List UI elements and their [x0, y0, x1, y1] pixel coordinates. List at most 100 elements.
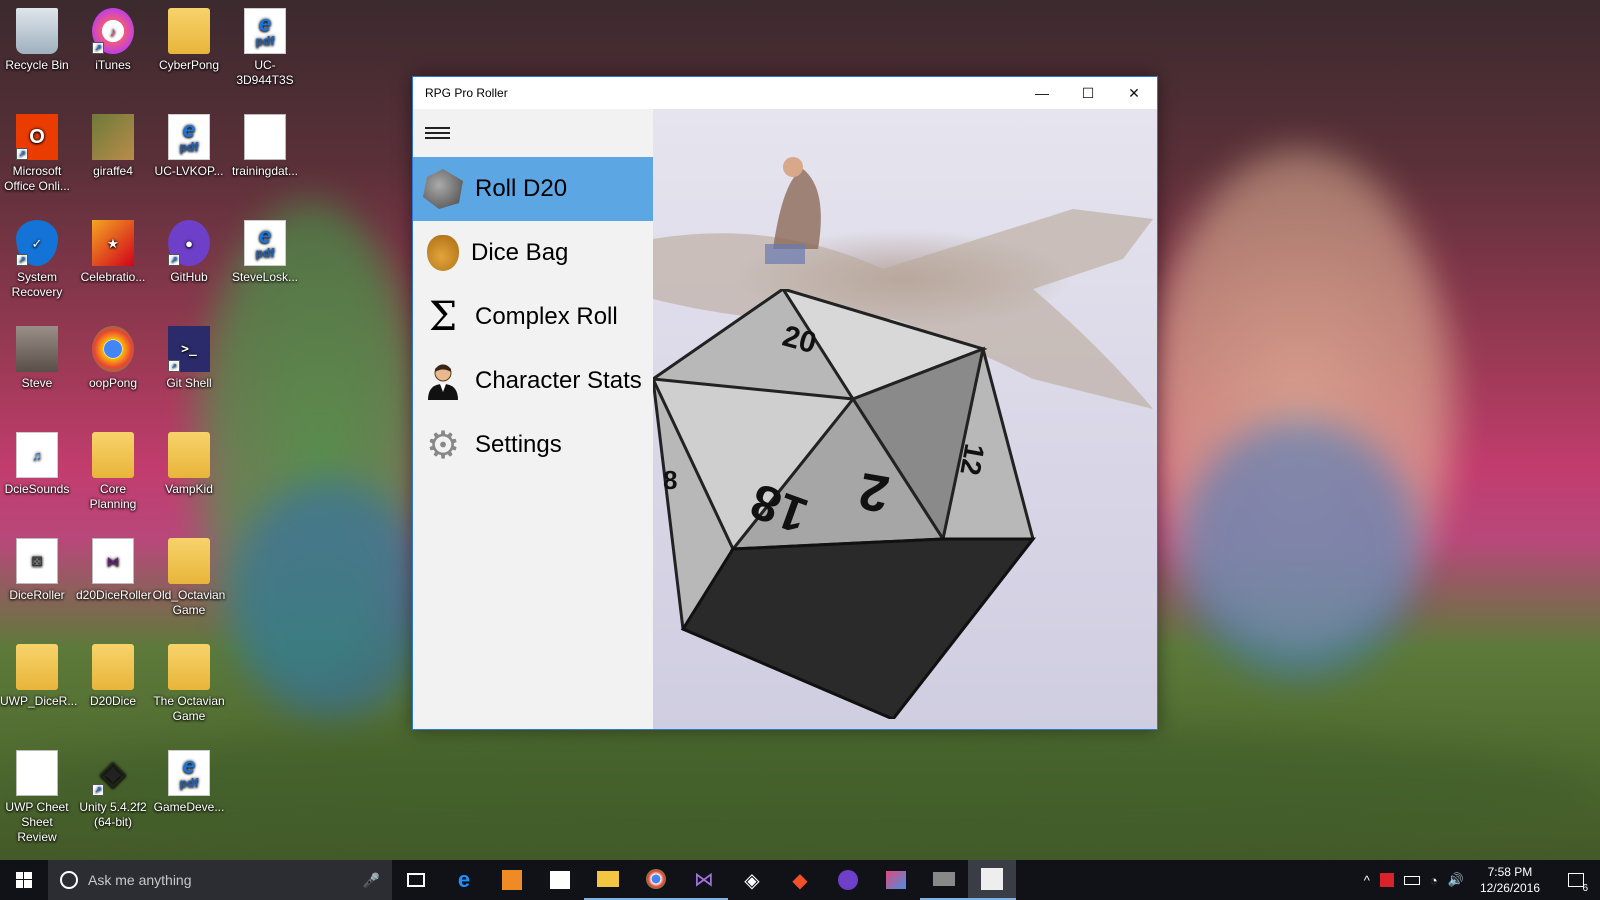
desktop-icon-unity[interactable]: ◈ ↗ Unity 5.4.2f2 (64-bit)	[76, 750, 150, 830]
cortana-search-box[interactable]: Ask me anything 🎤	[48, 860, 392, 900]
battery-icon[interactable]	[1403, 875, 1420, 885]
desktop-icon-label: trainingdat...	[231, 164, 299, 178]
show-hidden-icons-button[interactable]: ^	[1364, 873, 1370, 888]
document-icon	[244, 114, 286, 160]
desktop-icon-uc-lvkop[interactable]: e pdf UC-LVKOP...	[152, 114, 226, 179]
pdf-icon: e pdf	[244, 220, 286, 266]
desktop-icon-uwp-dicer[interactable]: UWP_DiceR...	[0, 644, 77, 709]
desktop-icon-label: CyberPong	[158, 58, 220, 72]
recycle-bin-icon	[16, 8, 58, 54]
shell-icon: >_ ↗	[168, 326, 210, 372]
windows-logo-icon	[16, 872, 32, 888]
edge-icon: e	[457, 867, 471, 892]
desktop-icon-trainingdat[interactable]: trainingdat...	[228, 114, 302, 179]
desktop-icon-celebration[interactable]: ★ Celebratio...	[76, 220, 150, 285]
nav-item-label: Settings	[475, 431, 562, 458]
minimize-button[interactable]: —	[1019, 77, 1065, 109]
nav-item-label: Complex Roll	[475, 303, 618, 330]
desktop-icon-itunes[interactable]: ♪ ↗ iTunes	[76, 8, 150, 73]
taskbar-explorer[interactable]	[584, 860, 632, 900]
desktop-icon-vampkid[interactable]: VampKid	[152, 432, 226, 497]
nav-item-dice-bag[interactable]: Dice Bag	[413, 221, 653, 285]
pdf-icon: e pdf	[168, 750, 210, 796]
desktop-icon-d20diceroller[interactable]: ⋈ d20DiceRoller	[76, 538, 151, 603]
desktop-icon-label: Old_Octavian Game	[152, 588, 226, 617]
visual-studio-icon: ⋈	[694, 868, 714, 891]
title-bar[interactable]: RPG Pro Roller — ☐ ✕	[413, 77, 1157, 109]
close-button[interactable]: ✕	[1111, 77, 1157, 109]
folder-icon	[168, 432, 210, 478]
navigation-pane: Roll D20 Dice Bag Σ Complex Roll Charact…	[413, 109, 653, 729]
system-tray: ^ ◔ 🔊 7:58 PM 12/26/2016 6	[1364, 860, 1600, 900]
desktop-icon-giraffe4[interactable]: giraffe4	[76, 114, 150, 179]
desktop-icon-label: giraffe4	[93, 164, 133, 178]
taskbar-store[interactable]	[536, 860, 584, 900]
nav-item-label: Roll D20	[475, 175, 568, 202]
desktop-icon-label: D20Dice	[89, 694, 137, 708]
taskbar-visual-studio[interactable]: ⋈	[680, 860, 728, 900]
desktop-icon-octavian-game[interactable]: The Octavian Game	[152, 644, 226, 724]
desktop-icon-label: Unity 5.4.2f2 (64-bit)	[79, 800, 147, 829]
taskbar-app[interactable]	[920, 860, 968, 900]
desktop-icon-github[interactable]: ● ↗ GitHub	[152, 220, 226, 285]
taskbar-unity[interactable]: ◈	[728, 860, 776, 900]
desktop-icon-label: SteveLosk...	[231, 270, 299, 284]
desktop-icon-diceroller[interactable]: ⚄ DiceRoller	[0, 538, 74, 603]
volume-icon[interactable]: 🔊	[1448, 872, 1464, 888]
desktop-icon-uwp-cheet-sheet[interactable]: UWP Cheet Sheet Review	[0, 750, 74, 845]
notification-count-badge: 6	[1582, 883, 1588, 894]
folder-icon	[168, 644, 210, 690]
pdf-icon: e pdf	[244, 8, 286, 54]
desktop-icon-recycle-bin[interactable]: Recycle Bin	[0, 8, 74, 73]
wifi-icon[interactable]: ◔	[1430, 873, 1438, 888]
desktop-icon-d20dice[interactable]: D20Dice	[76, 644, 150, 709]
taskbar-git[interactable]: ◆	[776, 860, 824, 900]
desktop-icon-dciesounds[interactable]: ♫ DcieSounds	[0, 432, 74, 497]
desktop-icon-steve[interactable]: Steve	[0, 326, 74, 391]
file-explorer-icon	[597, 871, 619, 887]
desktop-icon-label: Microsoft Office Onli...	[4, 164, 70, 193]
action-center-button[interactable]: 6	[1556, 860, 1596, 900]
desktop-icon-cyberpong[interactable]: CyberPong	[152, 8, 226, 73]
desktop-icon-core-planning[interactable]: Core Planning	[76, 432, 150, 512]
cortana-icon	[60, 871, 78, 889]
chrome-icon	[92, 326, 134, 372]
app-window: RPG Pro Roller — ☐ ✕ Roll D20 Dice Bag Σ…	[412, 76, 1158, 730]
taskbar-media[interactable]	[488, 860, 536, 900]
desktop-icon-uc-3d944t3s[interactable]: e pdf UC-3D944T3S	[228, 8, 302, 88]
nav-item-character-stats[interactable]: Character Stats	[413, 349, 653, 413]
folder-icon	[168, 538, 210, 584]
desktop-icon-system-recovery[interactable]: ✓ ↗ System Recovery	[0, 220, 74, 300]
desktop-icon-label: UC-3D944T3S	[236, 58, 294, 87]
desktop-icon-old-octavian[interactable]: Old_Octavian Game	[152, 538, 226, 618]
start-button[interactable]	[0, 860, 48, 900]
antivirus-icon[interactable]	[1379, 873, 1394, 887]
clock[interactable]: 7:58 PM 12/26/2016	[1474, 864, 1546, 896]
task-view-button[interactable]	[392, 860, 440, 900]
search-placeholder: Ask me anything	[88, 872, 192, 888]
nav-item-settings[interactable]: ⚙ Settings	[413, 413, 653, 477]
taskbar-dice-roller[interactable]	[968, 860, 1016, 900]
desktop-icon-gamedeve[interactable]: e pdf GameDeve...	[152, 750, 226, 815]
window-title: RPG Pro Roller	[425, 86, 508, 100]
store-icon	[550, 871, 570, 889]
nav-item-roll-d20[interactable]: Roll D20	[413, 157, 653, 221]
dice-icon: ⚄	[16, 538, 58, 584]
user-photo-icon	[16, 326, 58, 372]
desktop-icon-office[interactable]: O ↗ Microsoft Office Onli...	[0, 114, 74, 194]
desktop-icon-label: The Octavian Game	[153, 694, 225, 723]
taskbar-paint[interactable]	[872, 860, 920, 900]
nav-item-complex-roll[interactable]: Σ Complex Roll	[413, 285, 653, 349]
desktop-icon-git-shell[interactable]: >_ ↗ Git Shell	[152, 326, 226, 391]
desktop-icon-ooppong[interactable]: oopPong	[76, 326, 150, 391]
itunes-icon: ♪ ↗	[92, 8, 134, 54]
hamburger-menu-button[interactable]	[413, 109, 461, 157]
desktop-icon-label: DiceRoller	[9, 588, 65, 602]
taskbar-chrome[interactable]	[632, 860, 680, 900]
taskbar: Ask me anything 🎤 e ⋈ ◈ ◆ ^ ◔ 🔊 7:58 PM …	[0, 860, 1600, 900]
desktop-icon-label: oopPong	[88, 376, 138, 390]
desktop-icon-stevelosk[interactable]: e pdf SteveLosk...	[228, 220, 302, 285]
taskbar-github[interactable]	[824, 860, 872, 900]
maximize-button[interactable]: ☐	[1065, 77, 1111, 109]
taskbar-edge[interactable]: e	[440, 860, 488, 900]
